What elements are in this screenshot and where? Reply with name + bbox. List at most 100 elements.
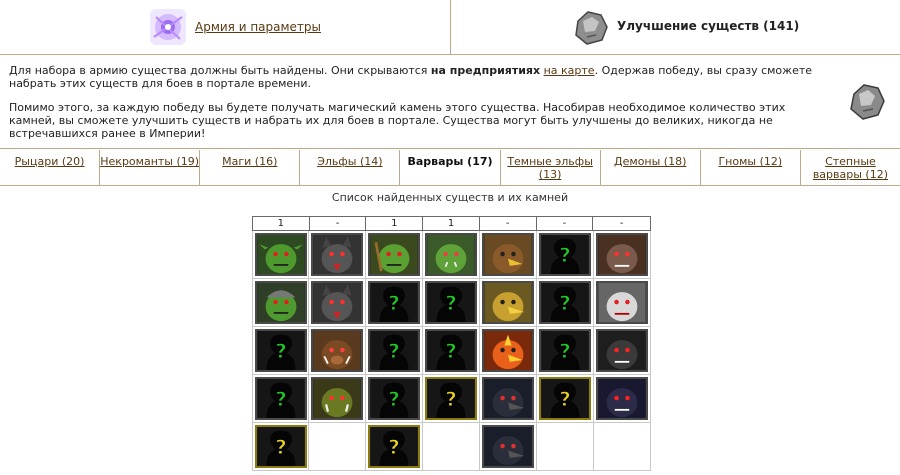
creature-cell: ? [366, 327, 423, 375]
creature-bird-black-icon[interactable] [482, 377, 534, 420]
unknown-creature-icon: ? [539, 329, 591, 372]
creature-goblin-helm-icon[interactable] [255, 281, 307, 324]
creature-wolf-icon[interactable] [311, 281, 363, 324]
tab-2[interactable]: Маги (16) [200, 150, 301, 185]
creature-cell: ? [423, 375, 480, 423]
creature-phoenix-icon[interactable] [482, 329, 534, 372]
tab-6[interactable]: Демоны (18) [601, 150, 701, 185]
unknown-creature-yellow-icon: ? [539, 377, 591, 420]
tab-1[interactable]: Некроманты (19) [100, 150, 201, 185]
creature-cell: ? [252, 375, 309, 423]
creature-cell [309, 279, 366, 327]
creature-beast-brown-icon[interactable] [596, 233, 648, 276]
svg-text:?: ? [445, 387, 457, 411]
unknown-creature-icon: ? [368, 329, 420, 372]
unknown-creature-icon: ? [539, 233, 591, 276]
tab-label: Рыцари (20) [14, 155, 85, 168]
stone-count: 1 [366, 217, 424, 230]
stone-count: - [480, 217, 537, 230]
creature-cell [480, 375, 537, 423]
creature-row: ??? [252, 279, 651, 327]
creature-row: ???? [252, 375, 651, 423]
creature-bird-black-icon[interactable] [482, 425, 534, 468]
tab-label: Степные варвары (12) [812, 155, 889, 181]
tab-0[interactable]: Рыцари (20) [0, 150, 101, 185]
creature-cell [594, 279, 651, 327]
creature-cell: ? [252, 423, 309, 471]
unknown-creature-icon: ? [425, 281, 477, 324]
svg-text:?: ? [388, 387, 400, 411]
creature-cell [480, 327, 537, 375]
creature-cell: ? [366, 375, 423, 423]
creature-beast-purple-icon[interactable] [596, 377, 648, 420]
creature-row: ?? [252, 423, 651, 471]
tab-label: Темные эльфы (13) [507, 155, 593, 181]
creature-cell: ? [423, 327, 480, 375]
svg-text:?: ? [445, 339, 457, 363]
creature-ogre-icon[interactable] [311, 377, 363, 420]
unknown-creature-icon: ? [425, 329, 477, 372]
creature-cell: ? [537, 327, 594, 375]
army-cell: Армия и параметры [0, 0, 451, 55]
svg-text:?: ? [388, 339, 400, 363]
creature-row: ? [252, 231, 651, 279]
creature-cell [252, 231, 309, 279]
army-params-link[interactable]: Армия и параметры [195, 20, 321, 34]
tab-label: Маги (16) [222, 155, 278, 168]
tab-7[interactable]: Гномы (12) [701, 150, 801, 185]
creature-cell [309, 375, 366, 423]
magic-crystal-icon[interactable] [148, 7, 188, 47]
creature-goblin-icon[interactable] [255, 233, 307, 276]
info-paragraph-1: Для набора в армию существа должны быть … [9, 64, 813, 90]
creature-griffin-gold-icon[interactable] [482, 281, 534, 324]
faction-tabs: Рыцари (20) Некроманты (19) Маги (16) Эльфы… [0, 150, 900, 186]
tab-label: Эльфы (14) [317, 155, 383, 168]
svg-text:?: ? [275, 387, 287, 411]
creature-cell: ? [252, 327, 309, 375]
upgrade-title: Улучшение существ (141) [617, 19, 800, 33]
creature-cell: ? [423, 279, 480, 327]
svg-text:?: ? [388, 291, 400, 315]
unknown-creature-icon: ? [255, 329, 307, 372]
stone-icon [570, 7, 610, 47]
creature-beast-white-icon[interactable] [596, 281, 648, 324]
map-link[interactable]: на карте [544, 64, 595, 77]
creature-cell [423, 231, 480, 279]
creature-cell [480, 423, 537, 471]
unknown-creature-icon: ? [255, 377, 307, 420]
svg-text:?: ? [445, 291, 457, 315]
creature-cell [594, 231, 651, 279]
unknown-creature-yellow-icon: ? [255, 425, 307, 468]
tab-label: Демоны (18) [614, 155, 687, 168]
svg-text:?: ? [559, 243, 571, 267]
creature-griffin-brown-icon[interactable] [482, 233, 534, 276]
unknown-creature-yellow-icon: ? [368, 425, 420, 468]
creature-grid: 1-11--- ?????????????? [252, 216, 651, 471]
creature-cell [423, 423, 480, 471]
tab-4[interactable]: Варвары (17) [400, 150, 501, 185]
upgrade-cell: Улучшение существ (141) [452, 0, 900, 55]
tab-8[interactable]: Степные варвары (12) [801, 150, 900, 185]
creature-cell [480, 231, 537, 279]
svg-text:?: ? [388, 435, 400, 459]
creature-cell: ? [537, 279, 594, 327]
tab-label: Гномы (12) [718, 155, 783, 168]
creature-goblin-arch-icon[interactable] [368, 233, 420, 276]
info-panel: Для набора в армию существа должны быть … [0, 56, 900, 149]
creature-cell [309, 327, 366, 375]
creature-beast-black-icon[interactable] [596, 329, 648, 372]
tab-3[interactable]: Эльфы (14) [300, 150, 401, 185]
creature-wolf-icon[interactable] [311, 233, 363, 276]
creature-cell: ? [537, 375, 594, 423]
svg-text:?: ? [559, 291, 571, 315]
creature-cell: ? [366, 279, 423, 327]
creature-cell [309, 423, 366, 471]
stone-count: 1 [253, 217, 310, 230]
creature-orc-icon[interactable] [425, 233, 477, 276]
creature-cell [537, 423, 594, 471]
creature-boar-icon[interactable] [311, 329, 363, 372]
creature-cell [480, 279, 537, 327]
stone-count: - [619, 218, 624, 229]
stone-count: 1 [423, 217, 480, 230]
tab-5[interactable]: Темные эльфы (13) [501, 150, 601, 185]
